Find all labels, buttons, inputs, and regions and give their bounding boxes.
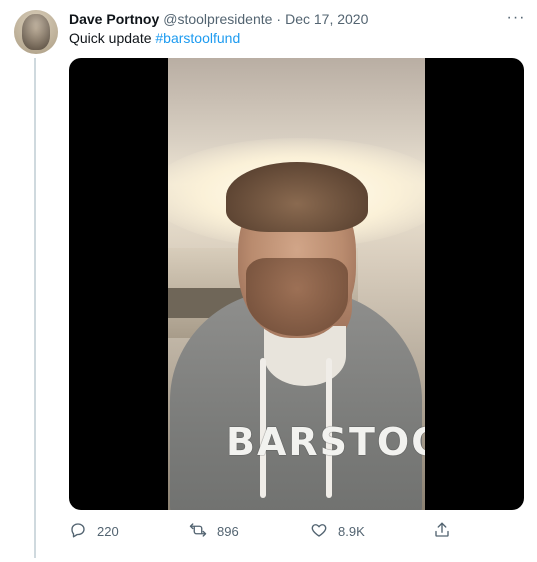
heart-icon (310, 521, 328, 542)
avatar[interactable] (14, 10, 58, 54)
action-bar: 220 896 8.9K (69, 521, 509, 541)
author-name[interactable]: Dave Portnoy (69, 11, 159, 27)
tweet[interactable]: Dave Portnoy @stoolpresidente · Dec 17, … (0, 0, 537, 562)
retweet-button[interactable]: 896 (189, 521, 239, 541)
reply-icon (69, 521, 87, 542)
more-label: ··· (506, 9, 526, 26)
avatar-shade (14, 10, 58, 54)
tweet-header: Dave Portnoy @stoolpresidente · Dec 17, … (69, 10, 368, 28)
tweet-text: Quick update #barstoolfund (69, 29, 240, 47)
tweet-text-body: Quick update (69, 30, 156, 46)
beard (246, 258, 348, 336)
retweet-icon (189, 521, 207, 542)
retweet-count: 896 (217, 523, 239, 539)
thread-line (34, 58, 36, 558)
like-button[interactable]: 8.9K (310, 521, 365, 541)
hoodie-text: BARSTOOL (226, 420, 425, 464)
share-icon (433, 521, 451, 542)
like-count: 8.9K (338, 523, 365, 539)
author-handle[interactable]: @stoolpresidente (163, 11, 272, 27)
reply-count: 220 (97, 523, 119, 539)
hair (226, 162, 368, 232)
reply-button[interactable]: 220 (69, 521, 119, 541)
more-icon[interactable]: ··· (506, 9, 526, 27)
hashtag-link[interactable]: #barstoolfund (155, 30, 240, 46)
video-frame: BARSTOOL (168, 58, 425, 510)
separator-dot: · (276, 11, 282, 27)
video-player[interactable]: BARSTOOL (69, 58, 524, 510)
tweet-date[interactable]: Dec 17, 2020 (285, 11, 368, 27)
share-button[interactable] (433, 521, 451, 541)
